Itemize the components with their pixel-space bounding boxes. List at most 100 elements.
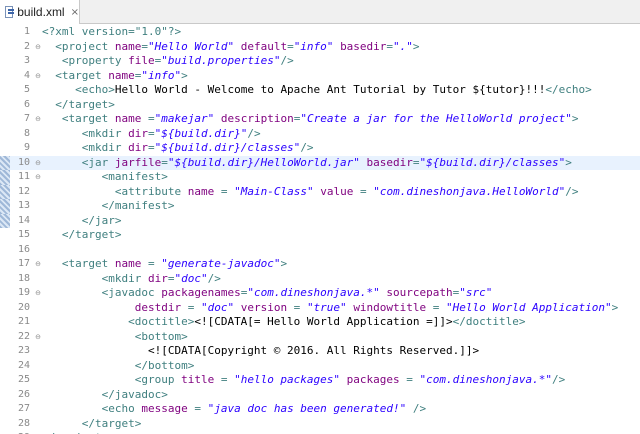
code-line[interactable]: 18 <mkdir dir="doc"/> xyxy=(0,272,640,287)
line-number: 1 xyxy=(23,26,30,37)
change-marker xyxy=(0,170,10,185)
line-gutter: 23 xyxy=(0,344,34,359)
token-content: <![CDATA[Copyright © 2016. All Rights Re… xyxy=(147,344,480,357)
code-line[interactable]: 14 </jar> xyxy=(0,213,640,228)
token-tag: /> xyxy=(551,373,566,386)
editor-tab-bar: build.xml × xyxy=(0,0,640,24)
tab-build-xml[interactable]: build.xml × xyxy=(0,0,80,24)
change-marker xyxy=(0,40,10,55)
token-attr: dir xyxy=(128,126,148,140)
code-line[interactable]: 27 <echo message = "java doc has been ge… xyxy=(0,402,640,417)
line-gutter: 10 xyxy=(0,155,34,170)
token-val: "info" xyxy=(293,39,334,53)
change-marker xyxy=(0,184,10,199)
token-attr: name xyxy=(114,39,142,53)
token-val: "com.dineshonjava.*" xyxy=(247,286,380,299)
line-gutter: 18 xyxy=(0,272,34,287)
token-tag: > xyxy=(280,257,288,270)
line-gutter: 22 xyxy=(0,330,34,345)
code-line[interactable]: 6 </target> xyxy=(0,98,640,113)
token-attr: file xyxy=(128,54,155,67)
code-line[interactable]: 26 </javadoc> xyxy=(0,388,640,403)
fold-toggle-icon[interactable]: ⊖ xyxy=(34,115,42,123)
code-line[interactable]: 22 ⊖ <bottom> xyxy=(0,330,640,345)
xml-editor[interactable]: build.xml × 1 <?xml version="1.0"?> 2 ⊖ <pr… xyxy=(0,0,640,434)
code-line[interactable]: 28 </target> xyxy=(0,417,640,432)
token-decl: <?xml version="1.0"?> xyxy=(42,25,182,38)
token-attr: default xyxy=(240,39,288,53)
code-line[interactable]: 24 </bottom> xyxy=(0,359,640,374)
change-marker xyxy=(0,69,10,84)
token-attr: packagenames xyxy=(161,286,241,299)
token-tag: <echo> xyxy=(75,83,115,96)
code-line[interactable]: 17 ⊖ <target name = "generate-javadoc"> xyxy=(0,257,640,272)
fold-toggle-icon[interactable]: ⊖ xyxy=(34,43,42,51)
fold-toggle-icon[interactable]: ⊖ xyxy=(34,173,42,181)
fold-toggle-icon[interactable]: ⊖ xyxy=(34,72,42,80)
token-tag: > xyxy=(611,300,619,314)
token-attr: basedir xyxy=(366,155,413,169)
token-val: "Hello World Application" xyxy=(446,300,612,314)
line-number: 17 xyxy=(17,258,30,269)
token-tag: /> xyxy=(247,126,261,140)
line-text: <mkdir dir="${build.dir}"/> xyxy=(42,127,261,142)
change-marker xyxy=(0,243,10,258)
code-line[interactable]: 15 </target> xyxy=(0,228,640,243)
code-line[interactable]: 3 <property file="build.properties"/> xyxy=(0,54,640,69)
code-line[interactable]: 11 ⊖ <manifest> xyxy=(0,170,640,185)
token-attr: dir xyxy=(147,271,168,285)
token-tag: <target xyxy=(61,257,115,270)
code-line[interactable]: 2 ⊖ <project name="Hello World" default="… xyxy=(0,40,640,55)
line-number: 5 xyxy=(23,84,30,95)
token-val: "build.properties" xyxy=(161,54,281,67)
code-area[interactable]: 1 <?xml version="1.0"?> 2 ⊖ <project name="… xyxy=(0,25,640,434)
token-tag: = xyxy=(399,373,420,386)
code-line[interactable]: 5 <echo>Hello World - Welcome to Apache … xyxy=(0,83,640,98)
code-line[interactable]: 9 <mkdir dir="${build.dir}/classes"/> xyxy=(0,141,640,156)
fold-toggle-icon[interactable]: ⊖ xyxy=(34,289,42,297)
code-line[interactable]: 1 <?xml version="1.0"?> xyxy=(0,25,640,40)
code-line[interactable]: 13 </manifest> xyxy=(0,199,640,214)
line-gutter: 28 xyxy=(0,417,34,432)
token-tag: </doctitle> xyxy=(452,315,526,328)
fold-toggle-icon[interactable]: ⊖ xyxy=(34,260,42,268)
line-gutter: 25 xyxy=(0,373,34,388)
line-number: 2 xyxy=(23,40,30,52)
line-number: 14 xyxy=(17,214,30,226)
line-text: <project name="Hello World" default="inf… xyxy=(42,39,419,55)
code-line[interactable]: 16 xyxy=(0,243,640,258)
line-gutter: 16 xyxy=(0,243,34,258)
token-tag: = xyxy=(147,141,155,154)
code-line[interactable]: 20 destdir = "doc" version = "true" wind… xyxy=(0,301,640,316)
code-line[interactable]: 21 <doctitle><![CDATA[= Hello World Appl… xyxy=(0,315,640,330)
fold-toggle-icon[interactable]: ⊖ xyxy=(34,333,42,341)
line-gutter: 21 xyxy=(0,315,34,330)
token-val: "Hello World" xyxy=(147,39,235,53)
token-val: "true" xyxy=(306,300,347,314)
code-line[interactable]: 8 <mkdir dir="${build.dir}"/> xyxy=(0,127,640,142)
change-marker xyxy=(0,213,10,228)
code-line[interactable]: 25 <group title = "hello packages" packa… xyxy=(0,373,640,388)
token-attr: name xyxy=(108,68,135,82)
line-number: 28 xyxy=(17,417,30,429)
token-val: "${build.dir}/classes" xyxy=(154,141,301,154)
fold-toggle-icon[interactable]: ⊖ xyxy=(34,159,42,167)
token-attr: value xyxy=(320,184,354,198)
line-gutter: 1 xyxy=(0,25,34,40)
token-attr: version xyxy=(240,300,288,314)
code-line[interactable]: 10 ⊖ <jar jarfile="${build.dir}/HelloWorl… xyxy=(0,155,640,170)
close-icon[interactable]: × xyxy=(71,7,79,18)
token-tag: <mkdir xyxy=(81,141,129,154)
code-line[interactable]: 19 ⊖ <javadoc packagenames="com.dineshonj… xyxy=(0,286,640,301)
line-number: 7 xyxy=(23,113,30,124)
token-attr: name xyxy=(187,184,215,198)
token-tag: </target> xyxy=(55,97,115,111)
xml-file-icon xyxy=(5,6,15,18)
change-marker xyxy=(0,272,10,287)
change-marker xyxy=(0,402,10,417)
code-line[interactable]: 23 <![CDATA[Copyright © 2016. All Rights… xyxy=(0,344,640,359)
code-line[interactable]: 7 ⊖ <target name ="makejar" description="… xyxy=(0,112,640,127)
change-marker xyxy=(0,98,10,113)
code-line[interactable]: 12 <attribute name = "Main-Class" value … xyxy=(0,184,640,199)
code-line[interactable]: 4 ⊖ <target name="info"> xyxy=(0,69,640,84)
